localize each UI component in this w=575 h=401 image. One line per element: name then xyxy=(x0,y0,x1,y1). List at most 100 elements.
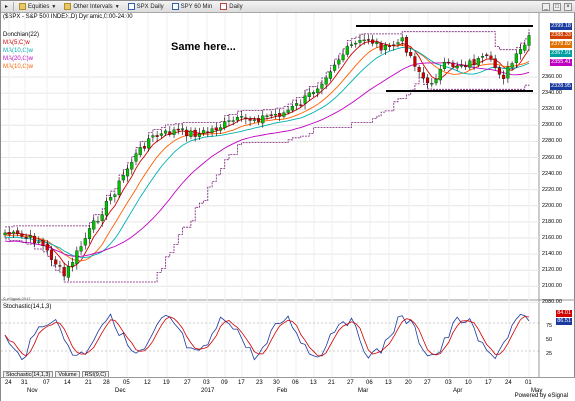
candle-body xyxy=(206,131,210,133)
candle-body xyxy=(286,109,290,113)
annotation-text: Same here... xyxy=(171,41,236,53)
price-axis-label: 2220.00 xyxy=(542,186,562,193)
candle-body xyxy=(261,115,265,124)
candle-body xyxy=(62,267,66,277)
donchian-upper xyxy=(5,29,530,228)
candle-body xyxy=(426,77,430,84)
candle-body xyxy=(197,133,201,137)
price-tag: 2399.18 xyxy=(550,23,572,30)
date-axis-day: 09 xyxy=(221,380,228,386)
candle-body xyxy=(273,114,278,116)
candle-body xyxy=(189,130,193,137)
candle-body xyxy=(218,127,223,131)
date-axis-day: 24 xyxy=(505,380,512,386)
candle-body xyxy=(333,64,337,71)
donchian-channel xyxy=(5,29,530,283)
candle-body xyxy=(417,67,421,72)
candle-body xyxy=(476,58,480,66)
date-axis-day: 20 xyxy=(405,380,412,386)
candle-body xyxy=(358,40,362,43)
date-axis-day: 13 xyxy=(385,380,392,386)
candle-body xyxy=(28,235,32,238)
candle-body xyxy=(16,230,20,235)
candle-body xyxy=(176,128,180,131)
candle-body xyxy=(451,62,455,67)
candle-body xyxy=(138,147,142,156)
date-axis-day: 21 xyxy=(85,380,92,386)
date-axis-day: 17 xyxy=(238,380,245,386)
date-axis-month: Mar xyxy=(358,388,369,394)
candle-body xyxy=(392,44,396,46)
candle-body xyxy=(49,249,54,260)
candle-body xyxy=(383,44,387,51)
price-tag: 2367.91 xyxy=(550,50,572,57)
date-axis-day: 06 xyxy=(292,380,299,386)
candle-body xyxy=(227,120,231,122)
candle-body xyxy=(409,52,413,56)
price-axis-label: 2240.00 xyxy=(542,170,562,177)
esignal-credit: Powered by eSignal xyxy=(514,393,568,399)
candle-body xyxy=(223,121,227,128)
candle-body xyxy=(193,129,197,137)
stochastic-lines xyxy=(1,313,539,361)
candle-body xyxy=(83,238,87,246)
date-axis-day: 12 xyxy=(144,380,151,386)
candle-body xyxy=(282,112,286,117)
price-axis-label: 2320.00 xyxy=(542,106,562,113)
candle-body xyxy=(265,115,269,117)
candle-body xyxy=(37,241,41,243)
candle-body xyxy=(20,233,24,237)
price-axis-label: 2360.00 xyxy=(542,74,562,80)
candle-body xyxy=(214,127,218,131)
date-axis-day: 19 xyxy=(163,380,170,386)
candle-body xyxy=(354,42,358,45)
candle-body xyxy=(303,95,307,104)
candle-body xyxy=(316,88,320,93)
candle-body xyxy=(324,77,328,85)
candle-body xyxy=(442,62,447,69)
candle-body xyxy=(337,59,341,65)
candle-body xyxy=(269,114,273,116)
candle-body xyxy=(459,65,463,67)
date-axis-day: 28 xyxy=(103,380,110,386)
candle-body xyxy=(155,135,159,137)
candle-body xyxy=(125,168,130,177)
candle-body xyxy=(438,68,442,81)
candle-body xyxy=(387,45,392,47)
date-axis-day: 27 xyxy=(347,380,354,386)
candle-body xyxy=(375,41,379,44)
candle-body xyxy=(147,138,151,149)
stochastic-axis-label: 50 xyxy=(546,337,553,343)
candle-body xyxy=(24,237,28,239)
price-axis-label: 2160.00 xyxy=(542,235,562,241)
candle-body xyxy=(11,231,16,234)
price-axis-label: 2340.00 xyxy=(542,90,562,97)
price-axis-label: 2300.00 xyxy=(542,122,562,129)
price-tag: 2355.41 xyxy=(550,59,572,66)
candle-body xyxy=(400,37,404,42)
price-tag: 2388.33 xyxy=(550,32,572,39)
copyright-text: © eSignal 2017 xyxy=(3,296,31,301)
candle-body xyxy=(185,129,189,137)
candle-body xyxy=(121,175,125,181)
candle-body xyxy=(371,39,375,44)
chart-window: ▸ Equities ▼ Other Intervals ▼ SPX Daily S… xyxy=(0,0,575,401)
date-axis-month: Nov xyxy=(27,388,38,394)
candle-body xyxy=(96,221,100,223)
date-axis-month: 2017 xyxy=(201,388,215,394)
candle-body xyxy=(75,250,79,264)
candle-body xyxy=(252,119,256,121)
candle-body xyxy=(510,63,514,68)
candle-body xyxy=(468,60,472,68)
date-axis-day: 21 xyxy=(328,380,335,386)
candle-body xyxy=(87,228,92,240)
candle-body xyxy=(489,55,493,60)
stochastic-tag: 84.01 xyxy=(556,310,572,317)
candle-body xyxy=(7,232,11,235)
moving-averages xyxy=(4,40,530,268)
price-axis-label: 2080.00 xyxy=(542,299,562,306)
candle-body xyxy=(447,61,451,64)
candle-body xyxy=(320,83,324,89)
candle-body xyxy=(104,201,108,216)
price-chart[interactable] xyxy=(1,1,575,401)
